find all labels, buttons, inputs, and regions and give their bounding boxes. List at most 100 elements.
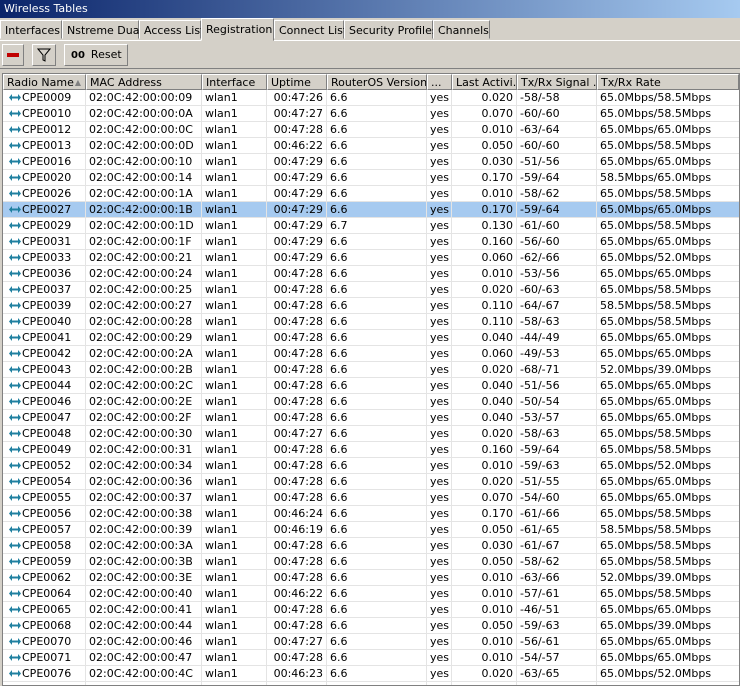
rate-cell: 52.0Mbps/39.0Mbps xyxy=(597,570,739,585)
table-row[interactable]: CPE0076 02:0C:42:00:00:4C wlan1 00:46:23 6.6… xyxy=(3,666,739,682)
col-header-routeros-version[interactable]: RouterOS Version xyxy=(327,74,427,90)
remove-button[interactable] xyxy=(2,44,24,66)
col-header-more[interactable]: ... xyxy=(427,74,452,90)
tab-connect-list[interactable]: Connect List xyxy=(274,20,347,39)
rate-cell-text: 65.0Mbps/39.0Mbps xyxy=(600,619,712,632)
table-row[interactable]: CPE0016 02:0C:42:00:00:10 wlan1 00:47:29 6.6… xyxy=(3,154,739,170)
col-header-interface[interactable]: Interface xyxy=(202,74,267,90)
table-row[interactable]: CPE0058 02:0C:42:00:00:3A wlan1 00:47:28 6.6… xyxy=(3,538,739,554)
rate-cell-text: 65.0Mbps/65.0Mbps xyxy=(600,331,712,344)
table-row[interactable]: CPE0037 02:0C:42:00:00:25 wlan1 00:47:28 6.6… xyxy=(3,282,739,298)
tab-interfaces[interactable]: Interfaces xyxy=(0,20,62,39)
col-header-mac-address[interactable]: MAC Address xyxy=(86,74,202,90)
last-activity-cell-text: 0.070 xyxy=(481,107,514,120)
radio-name-cell: CPE0058 xyxy=(3,538,86,553)
table-row[interactable]: CPE0048 02:0C:42:00:00:30 wlan1 00:47:27 6.6… xyxy=(3,426,739,442)
tab-channels[interactable]: Channels xyxy=(433,20,490,39)
uptime-cell-text: 00:47:26 xyxy=(273,91,323,104)
col-header-radio-name[interactable]: Radio Name ▲ xyxy=(3,74,86,90)
mac-address-cell: 02:0C:42:00:00:31 xyxy=(86,442,202,457)
table-row[interactable]: CPE0046 02:0C:42:00:00:2E wlan1 00:47:28 6.6… xyxy=(3,394,739,410)
table-row[interactable]: CPE0026 02:0C:42:00:00:1A wlan1 00:47:29 6.6… xyxy=(3,186,739,202)
table-row[interactable]: CPE0070 02:0C:42:00:00:46 wlan1 00:47:27 6.6… xyxy=(3,634,739,650)
reset-button[interactable]: 00 Reset xyxy=(64,44,128,66)
station-radio-icon xyxy=(9,142,21,149)
rate-cell-text: 65.0Mbps/58.5Mbps xyxy=(600,219,712,232)
routeros-version-cell: 6.6 xyxy=(327,138,427,153)
filter-button[interactable] xyxy=(32,44,56,66)
routeros-version-cell: 6.6 xyxy=(327,234,427,249)
table-row[interactable]: CPE0056 02:0C:42:00:00:38 wlan1 00:46:24 6.6… xyxy=(3,506,739,522)
table-row[interactable]: CPE0031 02:0C:42:00:00:1F wlan1 00:47:29 6.6… xyxy=(3,234,739,250)
table-row[interactable]: CPE0027 02:0C:42:00:00:1B wlan1 00:47:29 6.6… xyxy=(3,202,739,218)
authorized-cell-text: yes xyxy=(430,395,450,408)
table-row[interactable]: CPE0057 02:0C:42:00:00:39 wlan1 00:46:19 6.6… xyxy=(3,522,739,538)
rate-cell: 65.0Mbps/65.0Mbps xyxy=(597,234,739,249)
signal-cell: -68/-71 xyxy=(517,362,597,377)
table-row[interactable]: CPE0062 02:0C:42:00:00:3E wlan1 00:47:28 6.6… xyxy=(3,570,739,586)
table-row[interactable]: CPE0047 02:0C:42:00:00:2F wlan1 00:47:28 6.6… xyxy=(3,410,739,426)
last-activity-cell: 0.040 xyxy=(452,378,517,393)
col-header-rate[interactable]: Tx/Rx Rate xyxy=(597,74,739,90)
table-row[interactable]: CPE0040 02:0C:42:00:00:28 wlan1 00:47:28 6.6… xyxy=(3,314,739,330)
table-row[interactable]: CPE0033 02:0C:42:00:00:21 wlan1 00:47:29 6.6… xyxy=(3,250,739,266)
table-row[interactable]: CPE0043 02:0C:42:00:00:2B wlan1 00:47:28 6.6… xyxy=(3,362,739,378)
table-row[interactable]: CPE0064 02:0C:42:00:00:40 wlan1 00:46:22 6.6… xyxy=(3,586,739,602)
last-activity-cell-text: 0.040 xyxy=(481,331,514,344)
table-row[interactable]: CPE007702:0C:42:00:00:4Dwlan100:47:276.6… xyxy=(3,682,739,685)
signal-cell-text: -56/-61 xyxy=(520,635,560,648)
radio-name-cell: CPE0031 xyxy=(3,234,86,249)
mac-address-cell-text: 02:0C:42:00:00:24 xyxy=(89,267,193,280)
mac-address-cell: 02:0C:42:00:00:1A xyxy=(86,186,202,201)
tab-security-profiles[interactable]: Security Profiles xyxy=(344,20,438,39)
col-header-signal[interactable]: Tx/Rx Signal ... xyxy=(517,74,597,90)
table-row[interactable]: CPE0049 02:0C:42:00:00:31 wlan1 00:47:28 6.6… xyxy=(3,442,739,458)
table-row[interactable]: CPE0036 02:0C:42:00:00:24 wlan1 00:47:28 6.6… xyxy=(3,266,739,282)
authorized-cell: yes xyxy=(427,490,452,505)
table-row[interactable]: CPE0059 02:0C:42:00:00:3B wlan1 00:47:28 6.6… xyxy=(3,554,739,570)
table-row[interactable]: CPE0071 02:0C:42:00:00:47 wlan1 00:47:28 6.6… xyxy=(3,650,739,666)
table-row[interactable]: CPE0041 02:0C:42:00:00:29 wlan1 00:47:28 6.6… xyxy=(3,330,739,346)
col-header-uptime[interactable]: Uptime xyxy=(267,74,327,90)
interface-cell: wlan1 xyxy=(202,602,267,617)
routeros-version-cell-text: 6.6 xyxy=(330,91,348,104)
table-row[interactable]: CPE0010 02:0C:42:00:00:0A wlan1 00:47:27 6.6… xyxy=(3,106,739,122)
routeros-version-cell: 6.6 xyxy=(327,522,427,537)
registration-table[interactable]: Radio Name ▲ MAC Address Interface Uptime… xyxy=(2,73,740,686)
last-activity-cell: 0.010 xyxy=(452,458,517,473)
tab-nstreme-dual[interactable]: Nstreme Dual xyxy=(62,20,143,39)
col-header-last-activity[interactable]: Last Activi... xyxy=(452,74,517,90)
authorized-cell: yes xyxy=(427,330,452,345)
table-row[interactable]: CPE0044 02:0C:42:00:00:2C wlan1 00:47:28 6.6… xyxy=(3,378,739,394)
table-row[interactable]: CPE0009 02:0C:42:00:00:09 wlan1 00:47:26 6.6… xyxy=(3,90,739,106)
table-row[interactable]: CPE0029 02:0C:42:00:00:1D wlan1 00:47:29 6.7… xyxy=(3,218,739,234)
table-row[interactable]: CPE0012 02:0C:42:00:00:0C wlan1 00:47:28 6.6… xyxy=(3,122,739,138)
uptime-cell-text: 00:47:28 xyxy=(273,475,323,488)
uptime-cell-text: 00:47:28 xyxy=(273,315,323,328)
table-row[interactable]: CPE0055 02:0C:42:00:00:37 wlan1 00:47:28 6.6… xyxy=(3,490,739,506)
toolbar: 00 Reset xyxy=(0,41,740,69)
table-row[interactable]: CPE0052 02:0C:42:00:00:34 wlan1 00:47:28 6.6… xyxy=(3,458,739,474)
table-row[interactable]: CPE0054 02:0C:42:00:00:36 wlan1 00:47:28 6.6… xyxy=(3,474,739,490)
table-row[interactable]: CPE0042 02:0C:42:00:00:2A wlan1 00:47:28 6.6… xyxy=(3,346,739,362)
uptime-cell-text: 00:47:29 xyxy=(273,155,323,168)
tab-registration[interactable]: Registration xyxy=(201,18,274,41)
table-row[interactable]: CPE0013 02:0C:42:00:00:0D wlan1 00:46:22 6.6… xyxy=(3,138,739,154)
mac-address-cell-text: 02:0C:42:00:00:10 xyxy=(89,155,193,168)
tab-access-list[interactable]: Access List xyxy=(139,20,204,39)
mac-address-cell: 02:0C:42:00:00:44 xyxy=(86,618,202,633)
table-row[interactable]: CPE0065 02:0C:42:00:00:41 wlan1 00:47:28 6.6… xyxy=(3,602,739,618)
last-activity-cell: 0.030 xyxy=(452,154,517,169)
last-activity-cell: 0.010 xyxy=(452,682,517,685)
interface-cell: wlan1 xyxy=(202,506,267,521)
authorized-cell-text: yes xyxy=(430,459,450,472)
last-activity-cell-text: 0.010 xyxy=(481,267,514,280)
mac-address-cell: 02:0C:42:00:00:09 xyxy=(86,90,202,105)
authorized-cell: yes xyxy=(427,362,452,377)
table-row[interactable]: CPE0020 02:0C:42:00:00:14 wlan1 00:47:29 6.6… xyxy=(3,170,739,186)
table-row[interactable]: CPE0068 02:0C:42:00:00:44 wlan1 00:47:28 6.6… xyxy=(3,618,739,634)
routeros-version-cell-text: 6.6 xyxy=(330,571,348,584)
table-row[interactable]: CPE0039 02:0C:42:00:00:27 wlan1 00:47:28 6.6… xyxy=(3,298,739,314)
interface-cell-text: wlan1 xyxy=(205,139,238,152)
rate-cell-text: 58.5Mbps/58.5Mbps xyxy=(600,523,712,536)
